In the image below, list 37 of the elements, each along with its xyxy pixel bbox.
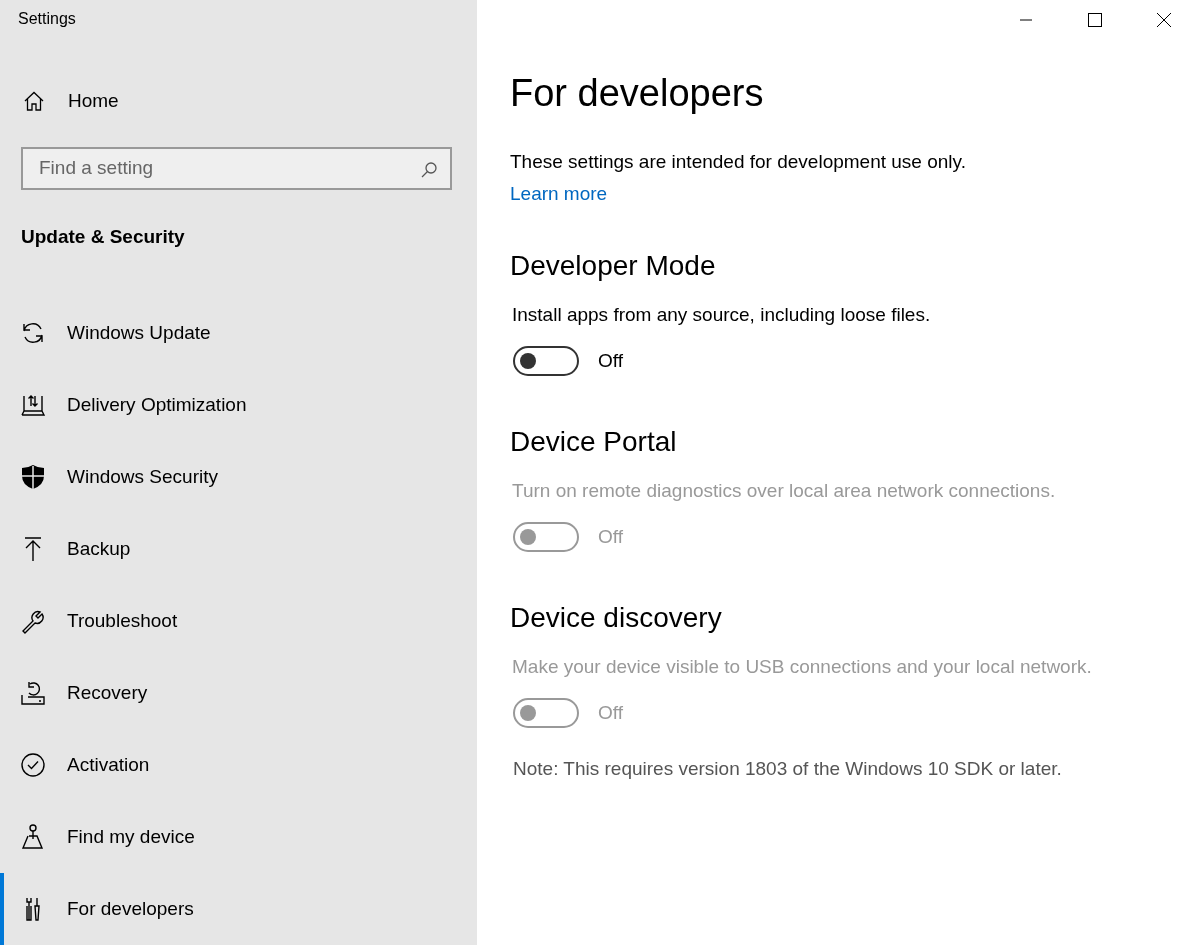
section-heading: Device discovery xyxy=(510,601,723,635)
sidebar-item[interactable]: Recovery xyxy=(0,657,477,729)
recovery-icon xyxy=(20,680,46,706)
wrench-icon xyxy=(20,608,46,634)
search-field[interactable]: Find a setting xyxy=(21,147,452,190)
section-heading: Update & Security xyxy=(21,225,186,248)
shield-icon xyxy=(20,464,46,490)
sidebar-item[interactable]: Troubleshoot xyxy=(0,585,477,657)
close-icon xyxy=(1156,13,1171,27)
toggle-state-label: Off xyxy=(598,702,623,724)
checkmark-circle-icon xyxy=(20,752,46,778)
sidebar-item[interactable]: Activation xyxy=(0,729,477,801)
toggle-switch[interactable] xyxy=(513,346,579,376)
section-heading: Device Portal xyxy=(510,425,678,459)
search-icon xyxy=(420,161,438,179)
setting-description: Install apps from any source, including loose files. xyxy=(512,304,932,326)
page-title: For developers xyxy=(510,72,765,116)
toggle-state-label: Off xyxy=(598,350,623,372)
location-pin-icon xyxy=(20,824,46,850)
home-icon xyxy=(23,89,45,112)
note-text: Note: This requires version 1803 of the Windows 10 SDK or later. xyxy=(513,758,1063,780)
sidebar-item[interactable]: Windows Security xyxy=(0,441,477,513)
sidebar-item[interactable]: Delivery Optimization xyxy=(0,369,477,441)
sidebar-item[interactable]: Find my device xyxy=(0,801,477,873)
toggle-state-label: Off xyxy=(598,526,623,548)
sidebar-item[interactable]: Backup xyxy=(0,513,477,585)
sidebar-item[interactable]: For developers xyxy=(0,873,477,945)
home-nav-item[interactable]: Home xyxy=(0,78,477,123)
window-title: Settings xyxy=(17,9,77,29)
section-heading: Developer Mode xyxy=(510,249,717,283)
intro-text: These settings are intended for development use only. xyxy=(510,150,967,174)
learn-more-link[interactable]: Learn more xyxy=(510,178,608,210)
refresh-icon xyxy=(20,320,46,346)
setting-description: Turn on remote diagnostics over local area network connections. xyxy=(512,480,1057,502)
sidebar-item[interactable]: Windows Update xyxy=(0,297,477,369)
setting-description: Make your device visible to USB connections and your local network. xyxy=(512,656,1093,678)
maximize-icon xyxy=(1087,13,1102,27)
